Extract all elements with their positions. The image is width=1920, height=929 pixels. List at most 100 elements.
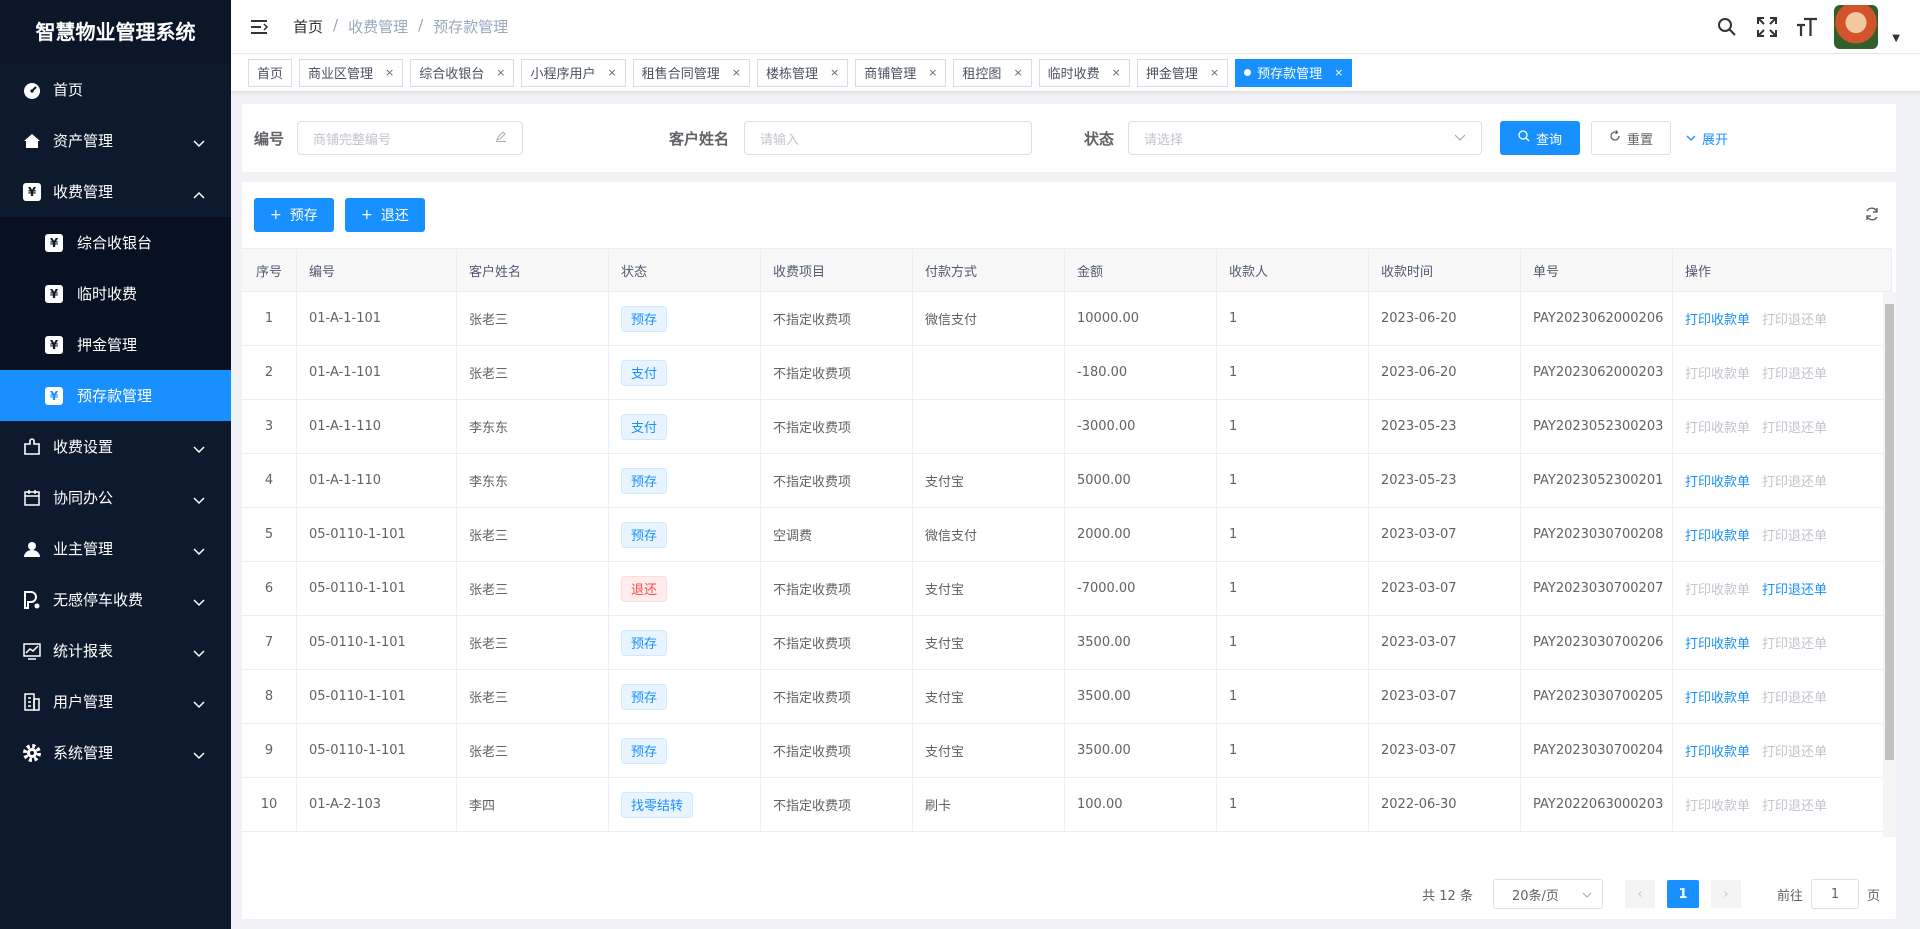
refresh-icon [1609, 130, 1621, 146]
page-size-select[interactable]: 20条/页 [1492, 879, 1603, 909]
page-size-value: 20条/页 [1511, 888, 1559, 904]
page-number-current[interactable]: 1 [1666, 880, 1699, 908]
print-receipt-link[interactable]: 打印收款单 [1685, 633, 1750, 652]
tag-item[interactable]: 租售合同管理 × [632, 58, 750, 87]
close-icon[interactable]: × [1013, 66, 1022, 79]
expand-button[interactable]: 展开 [1682, 121, 1732, 155]
tag-item[interactable]: 商铺管理 × [855, 58, 947, 87]
no-cell: PAY2023030700208 [1521, 508, 1673, 561]
deposit-button[interactable]: + 预存 [254, 198, 334, 232]
search-icon[interactable] [1714, 14, 1740, 40]
font-size-icon[interactable] [1794, 14, 1820, 40]
sidebar-item-label: 统计报表 [53, 642, 114, 660]
item-cell: 不指定收费项 [761, 670, 913, 723]
tag-item[interactable]: 楼栋管理 × [756, 58, 849, 87]
status-select[interactable]: 请选择 [1128, 121, 1482, 155]
print-receipt-link[interactable]: 打印收款单 [1685, 579, 1750, 598]
sidebar-item-temp-charge[interactable]: ¥ 临时收费 [0, 268, 231, 319]
sidebar-item-label: 无感停车收费 [53, 591, 144, 609]
print-refund-link[interactable]: 打印退还单 [1762, 687, 1827, 706]
amount-cell: -7000.00 [1065, 562, 1217, 615]
sidebar-item-label: 业主管理 [53, 540, 114, 558]
sidebar-item-owners[interactable]: 业主管理 [0, 523, 231, 574]
tag-item[interactable]: 临时收费 × [1038, 58, 1130, 87]
sidebar-item-reports[interactable]: 统计报表 [0, 625, 231, 676]
close-icon[interactable]: × [496, 66, 505, 79]
query-button[interactable]: 查询 [1500, 121, 1580, 155]
print-refund-link[interactable]: 打印退还单 [1762, 579, 1827, 598]
close-icon[interactable]: × [1112, 66, 1121, 79]
print-receipt-link[interactable]: 打印收款单 [1685, 471, 1750, 490]
print-refund-link[interactable]: 打印退还单 [1762, 741, 1827, 760]
tag-item[interactable]: 综合收银台 × [410, 58, 515, 87]
scrollbar-thumb[interactable] [1885, 304, 1894, 760]
close-icon[interactable]: × [385, 66, 394, 79]
close-icon[interactable]: × [732, 66, 741, 79]
item-cell: 空调费 [761, 508, 913, 561]
breadcrumb-billing[interactable]: 收费管理 [348, 16, 408, 37]
tag-item[interactable]: 商业区管理 × [299, 58, 404, 87]
customer-name-input[interactable]: 请输入 [744, 121, 1032, 155]
sidebar-item-system[interactable]: 系统管理 [0, 727, 231, 778]
sidebar-item-parking[interactable]: 无感停车收费 [0, 574, 231, 625]
table-row: 6 05-0110-1-101 张老三 退还 不指定收费项 支付宝 -7000.00 1 202… [242, 562, 1892, 616]
no-cell: PAY2023030700206 [1521, 616, 1673, 669]
goto-page-input[interactable]: 1 [1810, 879, 1859, 909]
idx-cell: 7 [242, 616, 297, 669]
sidebar-item-deposit[interactable]: ¥ 押金管理 [0, 319, 231, 370]
refund-button[interactable]: + 退还 [345, 198, 425, 232]
tag-label: 预存款管理 [1257, 67, 1323, 82]
tag-active[interactable]: 预存款管理 × [1235, 58, 1353, 87]
menu-toggle-icon[interactable] [249, 17, 269, 37]
sidebar-item-assets[interactable]: 资产管理 [0, 115, 231, 166]
print-receipt-link[interactable]: 打印收款单 [1685, 687, 1750, 706]
print-refund-link[interactable]: 打印退还单 [1762, 795, 1827, 814]
tag-home[interactable]: 首页 [248, 58, 293, 87]
table-scrollbar[interactable] [1883, 292, 1896, 837]
tags-view: 首页 商业区管理 × 综合收银台 × 小程序用户 × 租售合同管理 × 楼栋管理 × 商铺… [231, 54, 1920, 92]
print-receipt-link[interactable]: 打印收款单 [1685, 417, 1750, 436]
next-page-button[interactable]: › [1710, 880, 1741, 908]
close-icon[interactable]: × [1210, 66, 1219, 79]
close-icon[interactable]: × [928, 66, 937, 79]
idx-cell: 4 [242, 454, 297, 507]
print-refund-link[interactable]: 打印退还单 [1762, 471, 1827, 490]
print-receipt-link[interactable]: 打印收款单 [1685, 309, 1750, 328]
sidebar-item-billing[interactable]: ¥ 收费管理 [0, 166, 231, 217]
sidebar-item-home[interactable]: 首页 [0, 64, 231, 115]
refresh-icon[interactable] [1864, 206, 1880, 226]
print-refund-link[interactable]: 打印退还单 [1762, 633, 1827, 652]
print-refund-link[interactable]: 打印退还单 [1762, 309, 1827, 328]
print-refund-link[interactable]: 打印退还单 [1762, 525, 1827, 544]
sidebar-item-users[interactable]: 用户管理 [0, 676, 231, 727]
caret-down-icon[interactable]: ▼ [1892, 33, 1900, 44]
print-refund-link[interactable]: 打印退还单 [1762, 417, 1827, 436]
reset-button[interactable]: 重置 [1591, 121, 1671, 155]
close-icon[interactable]: × [608, 66, 617, 79]
breadcrumb-home[interactable]: 首页 [293, 16, 323, 37]
idx-cell: 6 [242, 562, 297, 615]
prev-page-button[interactable]: ‹ [1624, 880, 1655, 908]
sidebar-item-office[interactable]: 协同办公 [0, 472, 231, 523]
code-input[interactable]: 商铺完整编号 [297, 121, 523, 155]
tag-item[interactable]: 小程序用户 × [521, 58, 626, 87]
fullscreen-icon[interactable] [1754, 14, 1780, 40]
chevron-down-icon [193, 491, 205, 509]
print-receipt-link[interactable]: 打印收款单 [1685, 795, 1750, 814]
column-header: 编号 [297, 249, 457, 291]
tag-item[interactable]: 租控图 × [953, 58, 1032, 87]
close-icon[interactable]: × [1334, 66, 1343, 79]
table-row: 1 01-A-1-101 张老三 预存 不指定收费项 微信支付 10000.00 1 2023-… [242, 292, 1892, 346]
avatar[interactable] [1834, 5, 1879, 49]
sidebar-item-cashier[interactable]: ¥ 综合收银台 [0, 217, 231, 268]
tag-item[interactable]: 押金管理 × [1136, 58, 1229, 87]
close-icon[interactable]: × [830, 66, 839, 79]
sidebar-item-billing-settings[interactable]: 收费设置 [0, 421, 231, 472]
sidebar-item-prepaid[interactable]: ¥ 预存款管理 [0, 370, 231, 421]
print-receipt-link[interactable]: 打印收款单 [1685, 741, 1750, 760]
code-cell: 05-0110-1-101 [297, 724, 457, 777]
print-receipt-link[interactable]: 打印收款单 [1685, 363, 1750, 382]
code-placeholder: 商铺完整编号 [313, 132, 392, 148]
print-refund-link[interactable]: 打印退还单 [1762, 363, 1827, 382]
print-receipt-link[interactable]: 打印收款单 [1685, 525, 1750, 544]
